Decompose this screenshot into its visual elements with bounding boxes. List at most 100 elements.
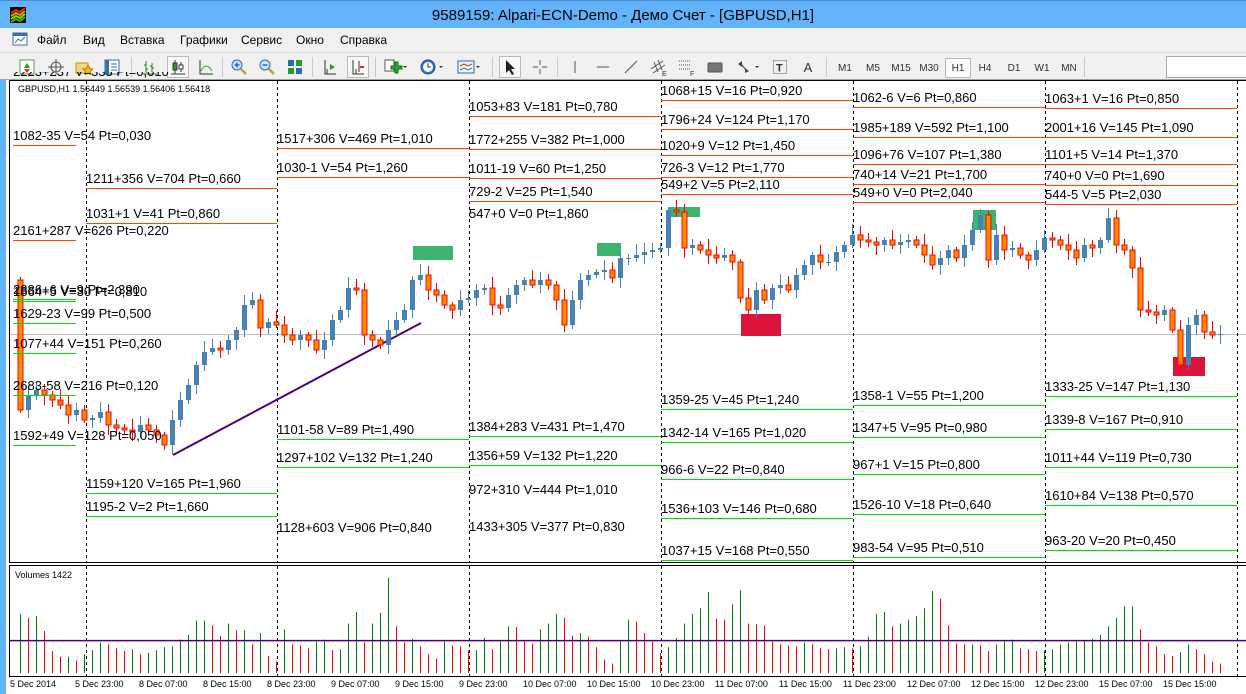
level-label: 1356+59 V=132 Pt=1,220: [469, 448, 661, 466]
menu-view[interactable]: Вид: [83, 33, 105, 47]
level-label: 1011+44 V=119 Pt=0,730: [1045, 450, 1237, 468]
level-label: 1077+44 V=151 Pt=0,260: [13, 336, 162, 354]
time-label: 9 Dec 07:00: [331, 679, 380, 689]
level-label: 983-54 V=95 Pt=0,510: [853, 540, 1045, 558]
zoom-in-icon[interactable]: [228, 56, 250, 78]
time-label: 11 Dec 15:00: [779, 679, 832, 689]
timeframe-d1[interactable]: D1: [1001, 58, 1027, 78]
level-label: 1985+189 V=592 Pt=1,100: [853, 120, 1045, 138]
level-label: 1297+102 V=132 Pt=1,240: [277, 450, 469, 468]
level-label: 972+310 V=444 Pt=1,010: [469, 482, 618, 497]
templates-dropdown[interactable]: [455, 56, 485, 78]
menu-insert[interactable]: Вставка: [120, 33, 165, 47]
level-label: 1211+356 V=704 Pt=0,660: [86, 171, 277, 189]
equidistant-channel-icon[interactable]: E: [648, 56, 670, 78]
timeframe-m1[interactable]: M1: [832, 58, 858, 78]
time-label: 15 Dec 15:00: [1163, 679, 1217, 689]
level-label: 549+2 V=5 Pt=2,110: [661, 177, 853, 195]
level-label: 1101+5 V=14 Pt=1,370: [1045, 147, 1237, 165]
line-chart-icon[interactable]: [195, 56, 217, 78]
level-label: 726-3 V=12 Pt=1,770: [661, 160, 853, 178]
time-label: 8 Dec 07:00: [139, 679, 188, 689]
time-label: 10 Dec 23:00: [651, 679, 705, 689]
time-label: 9 Dec 23:00: [459, 679, 508, 689]
periods-clock-dropdown[interactable]: [418, 56, 448, 78]
time-label: 12 Dec 07:00: [907, 679, 961, 689]
volumes-label: Volumes 1422: [15, 570, 73, 580]
timeframe-h1[interactable]: H1: [945, 58, 971, 78]
time-label: 10 Dec 15:00: [587, 679, 641, 689]
level-label: 1796+24 V=124 Pt=1,170: [661, 112, 853, 130]
timeframe-m15[interactable]: M15: [888, 58, 914, 78]
level-label: 1159+120 V=165 Pt=1,960: [86, 476, 277, 494]
menu-charts[interactable]: Графики: [180, 33, 228, 47]
time-label: 9 Dec 15:00: [395, 679, 444, 689]
timeframe-mn[interactable]: MN: [1056, 58, 1082, 78]
horizontal-line-icon[interactable]: [592, 56, 614, 78]
level-label: 1068+15 V=16 Pt=0,920: [661, 83, 853, 101]
menu-file[interactable]: Файл: [37, 33, 67, 47]
level-label: 1347+5 V=95 Pt=0,980: [853, 420, 1045, 438]
level-label: 1339-8 V=167 Pt=0,910: [1045, 412, 1237, 430]
level-label: 1864+5 V=30 Pt=0,810: [13, 284, 147, 302]
menu-tools[interactable]: Сервис: [241, 33, 282, 47]
search-input[interactable]: [1166, 56, 1246, 78]
auto-scroll-icon[interactable]: [319, 56, 341, 78]
fibonacci-retracement-icon[interactable]: F: [676, 56, 698, 78]
level-label: 740+0 V=0 Pt=1,690: [1045, 168, 1237, 186]
time-label: 15 Dec 07:00: [1099, 679, 1153, 689]
text-label-icon[interactable]: T: [769, 56, 791, 78]
time-label: 5 Dec 2014: [10, 679, 57, 689]
cursor-arrow-icon[interactable]: [499, 56, 521, 78]
clipped-level-label: 2223+237 V=333 Pt=0,010: [13, 72, 169, 82]
svg-text:F: F: [690, 71, 694, 76]
level-label: 1517+306 V=469 Pt=1,010: [277, 131, 469, 149]
timeframe-h4[interactable]: H4: [972, 58, 998, 78]
level-label: 1358-1 V=55 Pt=1,200: [853, 388, 1045, 406]
level-label: 547+0 V=0 Pt=1,860: [469, 206, 589, 221]
level-label: 1772+255 V=382 Pt=1,000: [469, 132, 661, 150]
level-label: 963-20 V=20 Pt=0,450: [1045, 533, 1237, 551]
level-label: 1082-35 V=54 Pt=0,030: [13, 128, 151, 146]
level-label: 1053+83 V=181 Pt=0,780: [469, 99, 661, 117]
zoom-out-icon[interactable]: [256, 56, 278, 78]
vertical-line-icon[interactable]: [564, 56, 586, 78]
menu-window[interactable]: Окно: [296, 33, 324, 47]
time-label: 10 Dec 07:00: [523, 679, 577, 689]
timeframe-m30[interactable]: M30: [916, 58, 942, 78]
level-label: 1195-2 V=2 Pt=1,660: [86, 499, 277, 517]
timeframe-m5[interactable]: M5: [860, 58, 886, 78]
level-label: 1011-19 V=60 Pt=1,250: [469, 161, 661, 179]
level-label: 1629-23 V=99 Pt=0,500: [13, 306, 151, 324]
crosshair-icon[interactable]: [529, 56, 551, 78]
timeframe-w1[interactable]: W1: [1029, 58, 1055, 78]
time-label: 8 Dec 15:00: [203, 679, 252, 689]
level-label: 729-2 V=25 Pt=1,540: [469, 184, 661, 202]
trend-line-icon[interactable]: [620, 56, 642, 78]
arrows-dropdown[interactable]: [734, 56, 764, 78]
rectangle-icon[interactable]: [704, 56, 726, 78]
level-label: 1359-25 V=45 Pt=1,240: [661, 392, 853, 410]
text-tool-button[interactable]: A: [797, 56, 819, 78]
time-label: 11 Dec 23:00: [843, 679, 896, 689]
level-label: 1433+305 V=377 Pt=0,830: [469, 519, 625, 534]
tile-windows-icon[interactable]: [284, 56, 306, 78]
chart-shift-icon[interactable]: [347, 56, 369, 78]
chart-window-icon[interactable]: [12, 32, 28, 49]
level-label: 544-5 V=5 Pt=2,030: [1045, 187, 1237, 205]
level-label: 2161+287 V=626 Pt=0,220: [13, 223, 169, 241]
level-label: 1610+84 V=138 Pt=0,570: [1045, 488, 1237, 506]
chart-header: GBPUSD,H1 1.56449 1.56539 1.56406 1.5641…: [18, 84, 211, 94]
candlestick-chart-icon[interactable]: [167, 56, 189, 78]
level-label: 1592+49 V=128 Pt=0,050: [13, 428, 162, 446]
level-label: 1128+603 V=906 Pt=0,840: [277, 520, 432, 535]
level-label: 967+1 V=15 Pt=0,800: [853, 457, 1045, 475]
level-label: 966-6 V=22 Pt=0,840: [661, 462, 853, 480]
add-indicator-dropdown[interactable]: [382, 56, 410, 78]
time-label: 12 Dec 23:00: [1035, 679, 1089, 689]
menu-help[interactable]: Справка: [340, 33, 387, 47]
level-label: 1063+1 V=16 Pt=0,850: [1045, 91, 1237, 109]
time-label: 8 Dec 23:00: [267, 679, 316, 689]
level-label: 549+0 V=0 Pt=2,040: [853, 185, 1045, 203]
level-label: 2683-58 V=216 Pt=0,120: [13, 378, 158, 396]
